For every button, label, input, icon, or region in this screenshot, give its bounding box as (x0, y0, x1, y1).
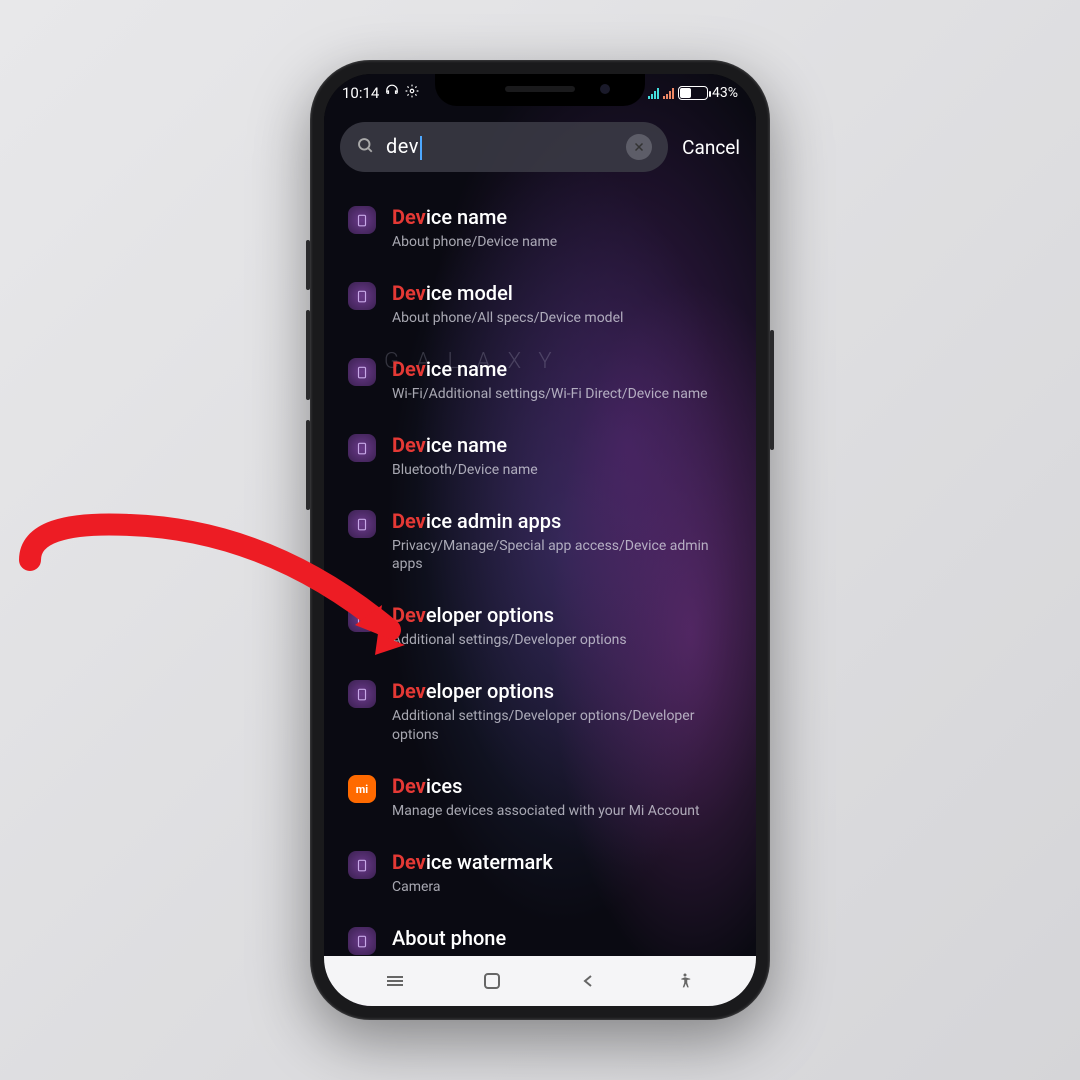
battery-percent: 43% (712, 85, 738, 101)
result-title: About phone (392, 925, 736, 951)
result-path: Additional settings/Developer options (392, 631, 736, 650)
result-title: Device name (392, 356, 736, 382)
result-title: Device watermark (392, 849, 736, 875)
settings-item-icon (348, 206, 376, 234)
settings-item-icon (348, 510, 376, 538)
nav-accessibility-button[interactable] (660, 966, 710, 996)
search-row: dev Cancel (324, 112, 756, 182)
search-results: Device nameAbout phone/Device nameDevice… (324, 182, 756, 1006)
settings-item-icon (348, 434, 376, 462)
result-text: Device name Bluetooth/Device name (392, 432, 736, 480)
result-text: Developer options Additional settings/Dev… (392, 602, 736, 650)
nav-back-button[interactable] (563, 966, 613, 996)
settings-item-icon (348, 927, 376, 955)
settings-item-icon (348, 358, 376, 386)
signal-icon-2 (663, 87, 674, 99)
result-path: About phone/All specs/Device model (392, 309, 736, 328)
result-text: Device admin apps Privacy/Manage/Special … (392, 508, 736, 575)
result-text: Devices Manage devices associated with yo… (392, 773, 736, 821)
cancel-button[interactable]: Cancel (682, 136, 740, 159)
result-title: Devices (392, 773, 736, 799)
result-title: Developer options (392, 602, 736, 628)
result-path: Wi-Fi/Additional settings/Wi-Fi Direct/D… (392, 385, 736, 404)
result-title: Device admin apps (392, 508, 736, 534)
search-result-item[interactable]: Device model About phone/All specs/Device… (324, 266, 756, 342)
phone-frame: 10:14 43% (310, 60, 770, 1020)
search-result-item[interactable]: Developer options Additional settings/Dev… (324, 588, 756, 664)
power-button (770, 330, 774, 450)
result-text: Device model About phone/All specs/Device… (392, 280, 736, 328)
settings-item-icon (348, 282, 376, 310)
search-result-item[interactable]: Device name Bluetooth/Device name (324, 418, 756, 494)
search-box[interactable]: dev (340, 122, 668, 172)
gear-icon (405, 84, 419, 102)
result-text: Device watermark Camera (392, 849, 736, 897)
result-path: Bluetooth/Device name (392, 461, 736, 480)
search-result-item[interactable]: Device name About phone/Device name (324, 190, 756, 266)
result-title: Device model (392, 280, 736, 306)
nav-recent-button[interactable] (370, 966, 420, 996)
search-input[interactable]: dev (386, 134, 614, 160)
signal-icon (648, 87, 659, 99)
search-result-item[interactable]: Device watermark Camera (324, 835, 756, 911)
mi-icon: mi (348, 775, 376, 803)
search-result-item[interactable]: Device admin apps Privacy/Manage/Special … (324, 494, 756, 589)
result-path: Additional settings/Developer options/De… (392, 707, 736, 745)
result-text: Device name About phone/Device name (392, 204, 736, 252)
result-title: Developer options (392, 678, 736, 704)
volume-up-button (306, 310, 310, 400)
result-path: About phone/Device name (392, 233, 736, 252)
status-time: 10:14 (342, 84, 379, 102)
battery-icon (678, 86, 708, 100)
nav-home-button[interactable] (467, 966, 517, 996)
result-title: Device name (392, 204, 736, 230)
clear-search-button[interactable] (626, 134, 652, 160)
notch (435, 74, 645, 106)
side-button (306, 240, 310, 290)
result-path: Privacy/Manage/Special app access/Device… (392, 537, 736, 575)
result-path: Manage devices associated with your Mi A… (392, 802, 736, 821)
search-result-item[interactable]: Developer options Additional settings/Dev… (324, 664, 756, 759)
search-result-item[interactable]: mi Devices Manage devices associated with … (324, 759, 756, 835)
result-text: Developer options Additional settings/Dev… (392, 678, 736, 745)
result-text: Device name Wi-Fi/Additional settings/Wi-… (392, 356, 736, 404)
nav-bar (324, 956, 756, 1006)
settings-item-icon (348, 604, 376, 632)
settings-item-icon (348, 851, 376, 879)
result-path: Camera (392, 878, 736, 897)
screen: 10:14 43% (324, 74, 756, 1006)
headphones-icon (385, 84, 399, 102)
result-title: Device name (392, 432, 736, 458)
settings-item-icon (348, 680, 376, 708)
search-result-item[interactable]: Device name Wi-Fi/Additional settings/Wi-… (324, 342, 756, 418)
search-icon (356, 136, 374, 158)
text-cursor (420, 136, 422, 160)
volume-down-button (306, 420, 310, 510)
